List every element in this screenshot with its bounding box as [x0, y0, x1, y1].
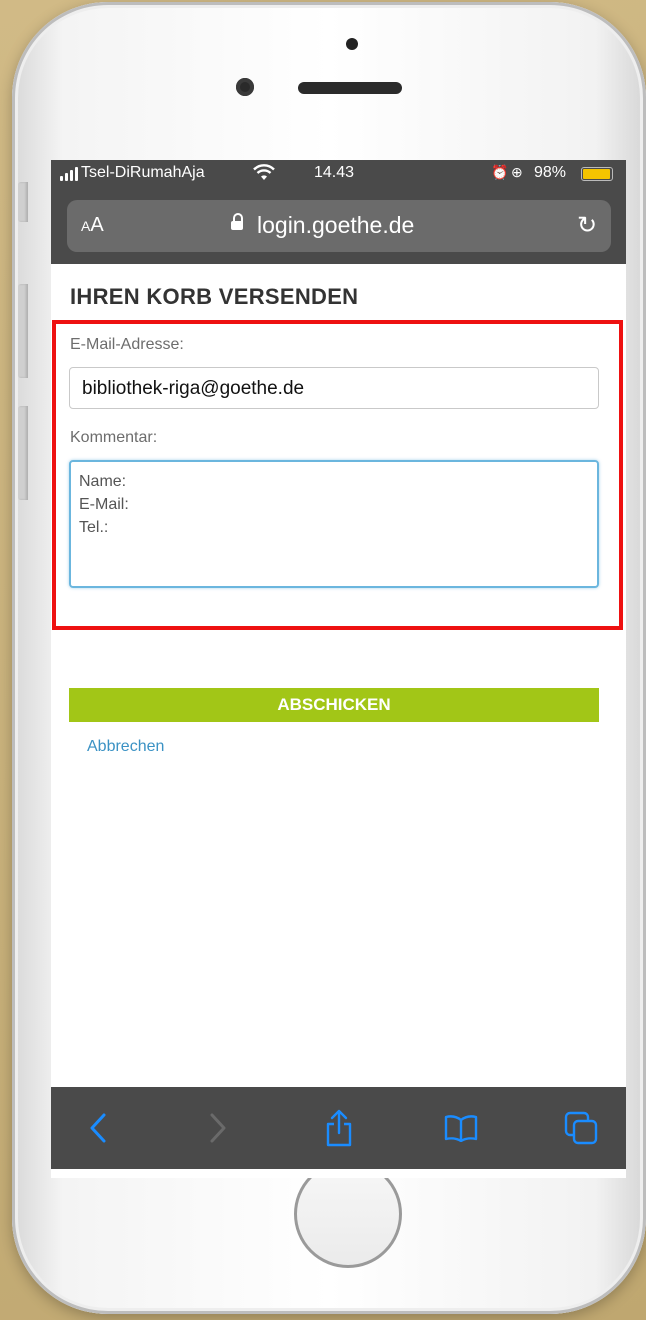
forward-icon[interactable]: [193, 1087, 243, 1169]
front-camera: [236, 78, 254, 96]
volume-up-button: [18, 284, 28, 378]
url-domain[interactable]: login.goethe.de: [257, 212, 414, 239]
back-icon[interactable]: [73, 1087, 123, 1169]
reload-icon[interactable]: ↻: [577, 211, 597, 240]
submit-button[interactable]: ABSCHICKEN: [69, 688, 599, 722]
comment-textarea[interactable]: Name: E-Mail: Tel.:: [69, 460, 599, 588]
share-icon[interactable]: [314, 1087, 364, 1169]
wifi-icon: [253, 164, 275, 187]
text-size-button[interactable]: AA: [81, 214, 104, 237]
mute-switch: [18, 182, 28, 222]
email-label: E-Mail-Adresse:: [70, 336, 184, 353]
lock-icon: [231, 213, 245, 230]
clock: 14.43: [314, 164, 355, 181]
proximity-sensor: [346, 38, 358, 50]
tabs-icon[interactable]: [556, 1087, 606, 1169]
comment-line-email: E-Mail:: [79, 496, 129, 513]
address-bar[interactable]: AA login.goethe.de ↻: [67, 200, 611, 252]
browser-toolbar: [51, 1087, 626, 1169]
bookmarks-icon[interactable]: [436, 1087, 486, 1169]
comment-line-tel: Tel.:: [79, 519, 109, 536]
earpiece-speaker: [298, 82, 402, 94]
status-bar: Tsel-DiRumahAja 14.43 ⏰ ⊕ 98%: [51, 160, 626, 188]
comment-line-name: Name:: [79, 473, 127, 490]
cancel-link[interactable]: Abbrechen: [87, 738, 164, 756]
alarm-icon: ⏰: [491, 164, 509, 180]
carrier-name: Tsel-DiRumahAja: [81, 164, 205, 181]
page-title: IHREN KORB VERSENDEN: [70, 284, 359, 309]
battery-icon: [581, 167, 613, 181]
orientation-lock-icon: ⊕: [511, 164, 523, 180]
email-field[interactable]: bibliothek-riga@goethe.de: [69, 367, 599, 409]
battery-percentage: 98%: [534, 164, 567, 181]
signal-icon: [60, 167, 78, 181]
volume-down-button: [18, 406, 28, 500]
comment-label: Kommentar:: [70, 429, 158, 446]
browser-address-area: AA login.goethe.de ↻: [51, 188, 626, 264]
phone-screen: Tsel-DiRumahAja 14.43 ⏰ ⊕ 98% AA login.g…: [51, 160, 626, 1178]
